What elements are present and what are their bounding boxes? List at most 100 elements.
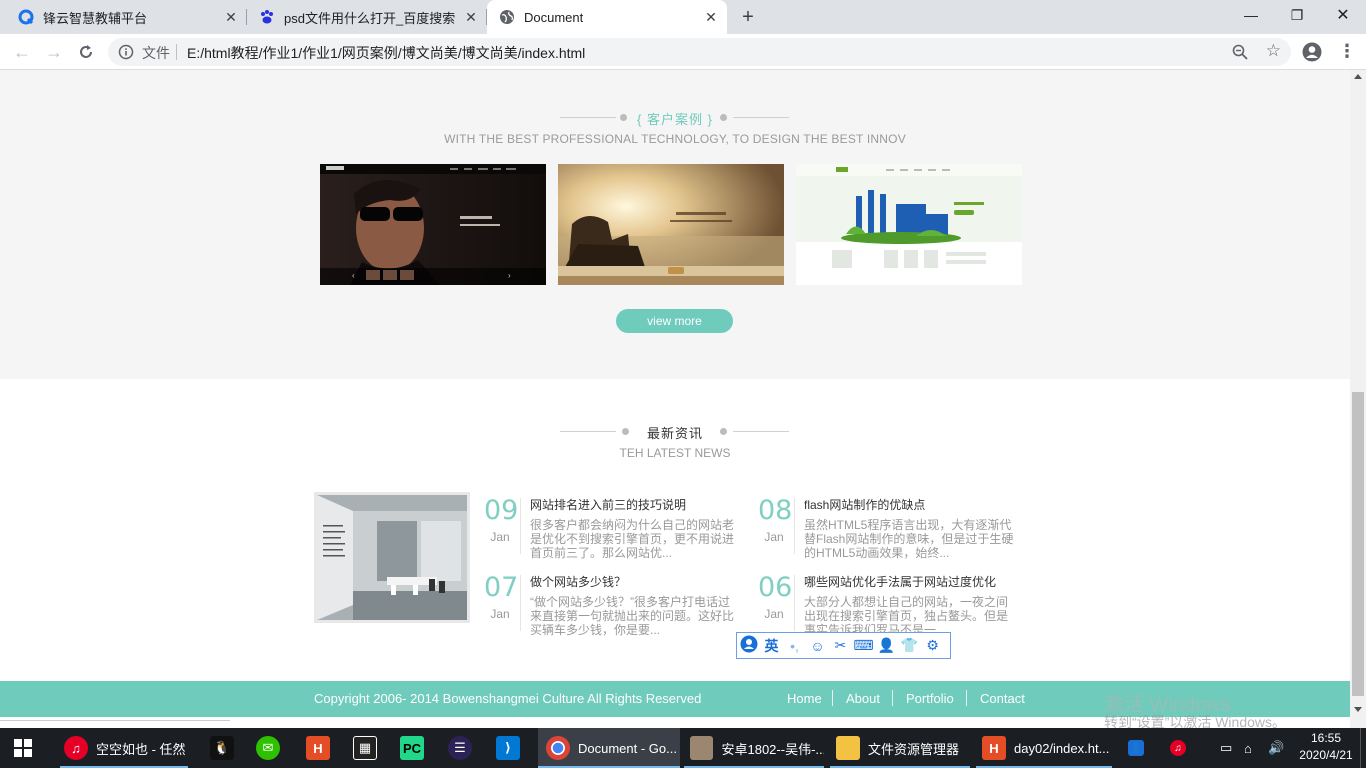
forward-button[interactable]: → <box>42 40 66 64</box>
scroll-down-arrow-icon[interactable] <box>1354 707 1362 712</box>
client-cases-section: { 客户案例 } WITH THE BEST PROFESSIONAL TECH… <box>0 70 1350 379</box>
news-day: 08 <box>758 495 793 526</box>
folder-icon <box>836 736 860 760</box>
ime-user-icon[interactable]: 👤 <box>875 637 898 654</box>
close-tab-icon[interactable]: ✕ <box>703 9 719 25</box>
cases-title: { 客户案例 } <box>637 112 713 127</box>
footer-link-portfolio[interactable]: Portfolio <box>906 691 954 706</box>
tab-document[interactable]: Document ✕ <box>487 0 727 34</box>
wechat-icon: ✉ <box>256 736 280 760</box>
address-bar[interactable]: 文件 E:/html教程/作业1/作业1/网页案例/博文尚美/博文尚美/inde… <box>108 38 1291 66</box>
divider <box>176 44 177 60</box>
user-photo-icon <box>690 736 714 760</box>
qq-tray-icon: 👤 <box>1128 740 1144 756</box>
taskbar-eclipse[interactable]: ☰ <box>448 728 474 768</box>
tray-volume-icon[interactable]: 🔊 <box>1268 728 1284 768</box>
taskbar-android-chat[interactable]: 安卓1802--吴伟-... <box>684 728 824 768</box>
news-headline[interactable]: flash网站制作的优缺点 <box>804 496 925 513</box>
tab-baidu-search[interactable]: psd文件用什么打开_百度搜索 ✕ <box>247 0 487 34</box>
qq-penguin-icon: 🐧 <box>210 736 234 760</box>
ime-toolbar[interactable]: 英 •, ☺ ✂ ⌨ 👤 👕 ⚙ <box>736 632 951 659</box>
scroll-up-arrow-icon[interactable] <box>1354 74 1362 79</box>
close-tab-icon[interactable]: ✕ <box>463 9 479 25</box>
ime-settings-icon[interactable]: ⚙ <box>921 637 944 654</box>
footer-link-contact[interactable]: Contact <box>980 691 1025 706</box>
taskbar-vscode[interactable]: ⟩ <box>496 728 522 768</box>
download-shelf-edge <box>0 720 230 728</box>
reload-button[interactable] <box>74 40 98 64</box>
ime-logo-icon[interactable] <box>737 635 760 656</box>
show-desktop-button[interactable] <box>1360 728 1366 768</box>
pycharm-icon: PC <box>400 736 424 760</box>
close-tab-icon[interactable]: ✕ <box>223 9 239 25</box>
divider <box>794 575 795 631</box>
footer-link-home[interactable]: Home <box>787 691 822 706</box>
windows-taskbar: ♫ 空空如也 - 任然 🐧 ✉ H ▦ PC ☰ ⟩ Document - Go… <box>0 728 1366 768</box>
news-headline[interactable]: 做个网站多少钱？ <box>530 573 626 590</box>
minimize-button[interactable]: — <box>1228 0 1274 30</box>
news-day: 06 <box>758 572 793 603</box>
divider <box>620 114 627 121</box>
ime-emoji-icon[interactable]: ☺ <box>806 638 829 654</box>
scroll-thumb[interactable] <box>1352 392 1364 696</box>
baidu-paw-icon <box>259 9 275 25</box>
start-button[interactable] <box>0 728 46 768</box>
tab-fengyun[interactable]: 锋云智慧教辅平台 ✕ <box>0 0 247 34</box>
tray-network-icon[interactable]: ⌂ <box>1244 728 1260 768</box>
case-image-lake[interactable] <box>558 164 784 285</box>
zoom-icon[interactable] <box>1231 43 1249 61</box>
new-tab-button[interactable]: + <box>738 7 758 27</box>
divider <box>622 428 629 435</box>
system-clock[interactable]: 16:55 2020/4/21 <box>1294 730 1358 764</box>
case-image-fashion[interactable]: ‹ › <box>320 164 546 285</box>
divider <box>892 690 893 706</box>
browser-menu-icon[interactable]: ⋮ <box>1338 40 1356 64</box>
news-headline[interactable]: 网站排名进入前三的技巧说明 <box>530 496 686 513</box>
divider <box>720 114 727 121</box>
news-excerpt: “做个网站多少钱？”很多客户打电话过来直接第一句就抛出来的问题。这好比买辆车多少… <box>530 595 735 637</box>
divider <box>560 431 616 432</box>
taskbar-chrome-document[interactable]: Document - Go... <box>538 728 680 768</box>
ime-scissors-icon[interactable]: ✂ <box>829 637 852 654</box>
taskbar-pycharm[interactable]: PC <box>400 728 426 768</box>
taskbar-label: 安卓1802--吴伟-... <box>721 741 824 757</box>
bookmark-star-icon[interactable]: ☆ <box>1266 42 1281 60</box>
news-office-photo[interactable] <box>314 492 470 623</box>
news-headline[interactable]: 哪些网站优化手法属于网站过度优化 <box>804 573 996 590</box>
taskbar-video[interactable]: ▦ <box>353 728 379 768</box>
info-icon[interactable] <box>118 44 134 60</box>
ime-language-toggle[interactable]: 英 <box>760 636 783 656</box>
back-button[interactable]: ← <box>10 40 34 64</box>
ime-skin-icon[interactable]: 👕 <box>898 637 921 654</box>
taskbar-netease-music[interactable]: ♫ 空空如也 - 任然 <box>60 728 188 768</box>
ime-keyboard-icon[interactable]: ⌨ <box>852 637 875 654</box>
case-image-industrial[interactable] <box>796 164 1022 285</box>
clock-date: 2020/4/21 <box>1299 748 1353 762</box>
tab-title: psd文件用什么打开_百度搜索 <box>284 10 456 26</box>
news-month: Jan <box>490 530 510 544</box>
vertical-scrollbar[interactable] <box>1350 70 1366 728</box>
divider <box>733 117 789 118</box>
taskbar-hbuilder-day02[interactable]: H day02/index.ht... <box>976 728 1112 768</box>
taskbar-wechat[interactable]: ✉ <box>256 728 282 768</box>
profile-avatar-icon[interactable] <box>1302 42 1322 62</box>
ime-punctuation-icon[interactable]: •, <box>783 638 806 654</box>
url-text[interactable]: E:/html教程/作业1/作业1/网页案例/博文尚美/博文尚美/index.h… <box>187 43 585 63</box>
tray-power-icon[interactable]: ▭ <box>1220 728 1236 768</box>
divider <box>966 690 967 706</box>
taskbar-hbuilder-a[interactable]: H <box>306 728 332 768</box>
taskbar-file-explorer[interactable]: 文件资源管理器 <box>830 728 970 768</box>
tray-netease-icon[interactable]: ♫ <box>1170 728 1190 768</box>
taskbar-qq[interactable]: 🐧 <box>210 728 234 768</box>
footer-link-about[interactable]: About <box>846 691 880 706</box>
tab-title: Document <box>524 9 584 25</box>
tray-qq-icon[interactable]: 👤 <box>1128 728 1148 768</box>
divider <box>794 498 795 554</box>
copyright-text: Copyright 2006- 2014 Bowenshangmei Cultu… <box>314 691 702 706</box>
news-date: 09 Jan <box>484 496 518 545</box>
news-subtitle: TEH LATEST NEWS <box>619 446 731 460</box>
close-window-button[interactable]: ✕ <box>1320 0 1366 30</box>
view-more-button[interactable]: view more <box>616 309 733 333</box>
restore-button[interactable]: ❐ <box>1274 0 1320 30</box>
browser-toolbar: ← → 文件 E:/html教程/作业1/作业1/网页案例/博文尚美/博文尚美/… <box>0 34 1366 70</box>
